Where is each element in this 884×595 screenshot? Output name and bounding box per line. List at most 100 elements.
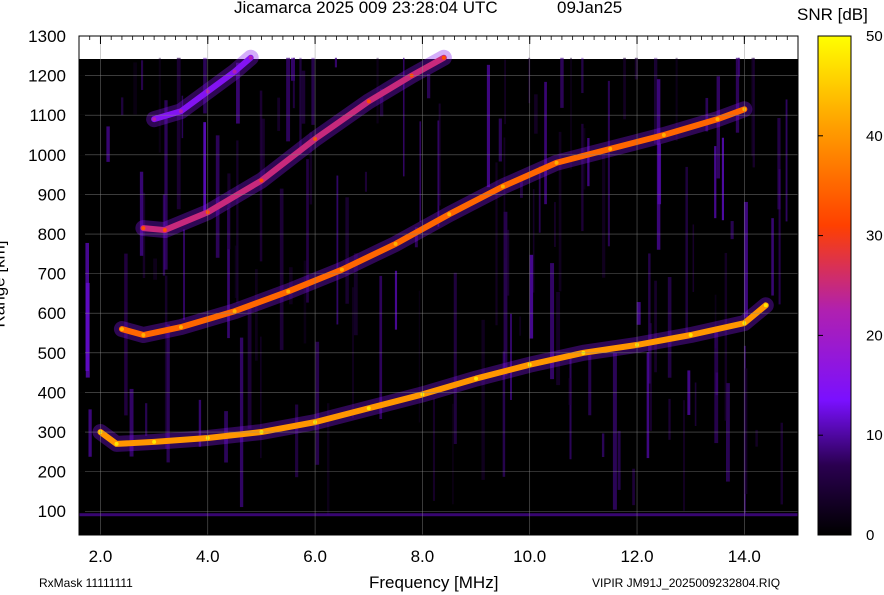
noise-streak	[617, 430, 621, 490]
trace-point	[152, 439, 157, 444]
colorbar-tick-label: 0	[866, 527, 874, 544]
y-tick-label: 600	[38, 304, 66, 323]
y-tick-label: 1000	[28, 146, 66, 165]
trace-point	[141, 333, 146, 338]
noise-streak	[656, 79, 661, 250]
noise-streak	[486, 64, 491, 188]
noise-streak	[507, 229, 510, 296]
filename-label: VIPIR JM91J_2025009232804.RIQ	[592, 576, 781, 590]
noise-streak	[714, 332, 719, 444]
trace-point	[178, 109, 183, 114]
noise-streak	[602, 151, 606, 278]
noise-streak	[239, 337, 244, 508]
noise-streak	[581, 123, 584, 232]
y-tick-label: 800	[38, 225, 66, 244]
trace-point	[119, 327, 124, 332]
trace-point	[152, 117, 157, 122]
noise-streak	[419, 121, 422, 222]
noise-streak	[724, 252, 728, 421]
trace-point	[474, 376, 479, 381]
noise-streak	[145, 403, 148, 436]
y-tick-label: 400	[38, 383, 66, 402]
trace-point	[178, 325, 183, 330]
noise-streak	[85, 282, 90, 378]
x-tick-label: 2.0	[89, 547, 113, 566]
noise-streak	[569, 353, 572, 460]
trace-point	[661, 133, 666, 138]
rxmask-label: RxMask 11111111	[39, 576, 133, 590]
colorbar-tick-label: 30	[866, 228, 883, 245]
noise-streak	[139, 171, 144, 256]
noise-streak	[694, 382, 697, 426]
x-tick-label: 14.0	[728, 547, 761, 566]
noise-streak	[183, 229, 185, 320]
y-tick-label: 1100	[29, 106, 66, 125]
trace-point	[366, 406, 371, 411]
noise-streak	[295, 404, 299, 478]
noise-streak	[554, 202, 556, 247]
colorbar-tick-label: 10	[866, 427, 883, 444]
noise-streak	[176, 57, 181, 210]
y-tick-label: 300	[38, 423, 66, 442]
noise-streak	[654, 280, 657, 373]
colorbar-label: SNR [dB]	[797, 5, 868, 24]
y-tick-label: 700	[38, 265, 66, 284]
noise-streak	[254, 269, 258, 361]
noise-streak	[426, 73, 431, 99]
trace-point	[114, 441, 119, 446]
trace-point	[500, 184, 505, 189]
noise-streak	[721, 137, 724, 221]
noise-streak	[336, 175, 339, 325]
noise-streak	[133, 62, 137, 115]
noise-streak	[394, 270, 398, 330]
y-tick-label: 1200	[28, 67, 66, 86]
noise-streak	[692, 224, 695, 292]
y-axis-label: Range [km]	[0, 240, 9, 328]
trace-point	[554, 160, 559, 165]
noise-streak	[683, 400, 685, 511]
trace-point	[141, 226, 146, 231]
noise-streak	[286, 57, 291, 142]
baseline-echo	[79, 513, 798, 517]
colorbar-tick-label: 40	[866, 128, 883, 145]
noise-streak	[164, 275, 168, 449]
y-tick-label: 100	[38, 502, 66, 521]
noise-streak	[785, 99, 788, 222]
noise-streak	[279, 188, 284, 350]
noise-streak	[247, 306, 252, 429]
noise-streak	[735, 57, 740, 133]
noise-streak	[315, 341, 320, 465]
x-tick-label: 10.0	[513, 547, 546, 566]
trace-point	[232, 309, 237, 314]
noise-streak	[534, 94, 538, 134]
noise-streak	[153, 258, 158, 280]
noise-streak	[755, 429, 758, 447]
colorbar	[817, 35, 852, 536]
y-tick-label: 200	[38, 463, 66, 482]
y-tick-label: 1300	[28, 27, 66, 46]
noise-streak	[510, 313, 512, 400]
noise-streak	[311, 57, 315, 125]
noise-streak	[648, 253, 651, 384]
ionogram-chart: 2.0 4.0 6.0 8.0 10.0 12.0 14.01002003004005006…	[28, 27, 883, 566]
trace-point	[763, 303, 768, 308]
noise-streak	[730, 221, 734, 240]
noise-streak	[121, 97, 124, 116]
noise-streak	[303, 260, 307, 344]
noise-streak	[481, 319, 485, 480]
noise-streak	[203, 122, 207, 212]
chart-date: 09Jan25	[557, 0, 623, 17]
trace-point	[715, 117, 720, 122]
noise-streak	[560, 57, 564, 108]
trace-point	[248, 55, 253, 60]
noise-streak	[234, 245, 239, 298]
trace-point	[339, 267, 344, 272]
noise-streak	[667, 277, 672, 378]
noise-streak	[532, 189, 535, 293]
trace-point	[393, 241, 398, 246]
noise-streak	[544, 81, 547, 205]
noise-streak	[607, 80, 610, 247]
noise-streak	[601, 433, 605, 458]
noise-streak	[568, 378, 572, 405]
noise-streak	[623, 57, 626, 120]
